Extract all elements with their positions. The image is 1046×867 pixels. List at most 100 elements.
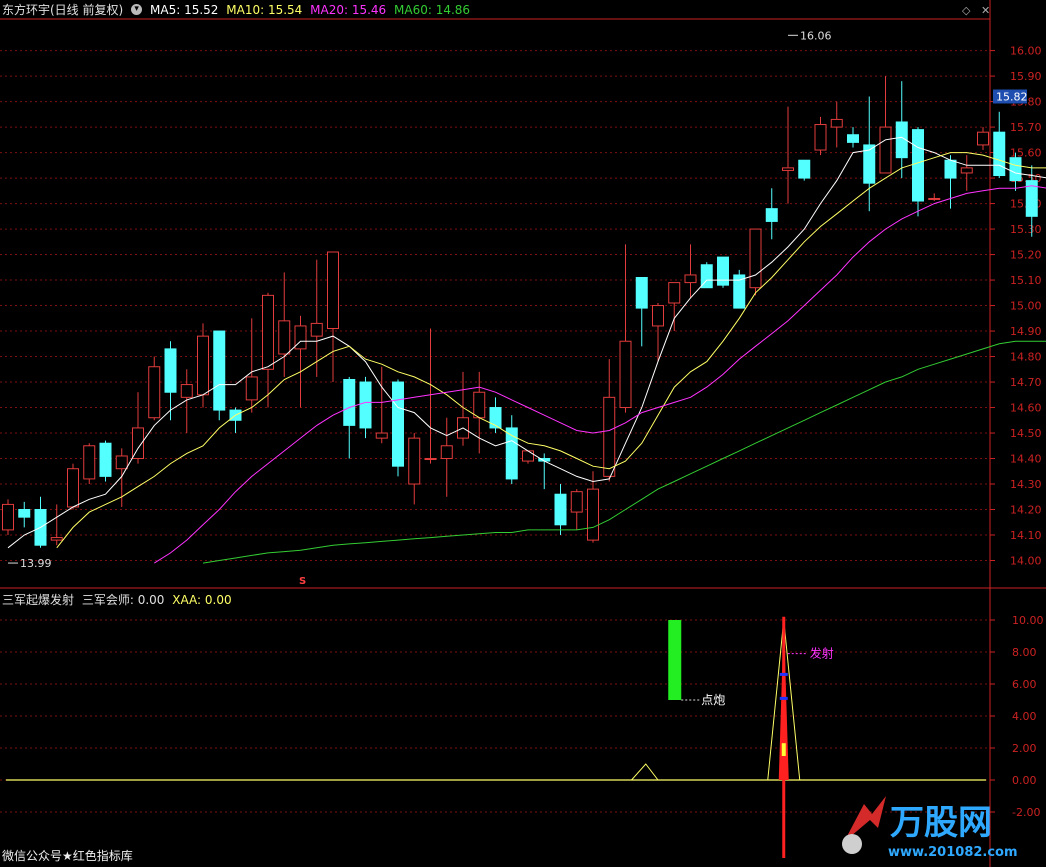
candle-up — [977, 131, 989, 146]
close-icon[interactable]: ✕ — [981, 4, 990, 17]
candle-up — [782, 167, 794, 171]
price-tick-label: 15.70 — [1010, 121, 1042, 134]
candle-down — [765, 208, 778, 222]
price-tick-label: 14.70 — [1010, 376, 1042, 389]
indicator-tick-label: 10.00 — [1012, 614, 1044, 627]
candle-down — [343, 378, 356, 426]
indicator-value-sanjun: 三军会师: 0.00 — [81, 593, 165, 607]
candle-up — [424, 458, 437, 461]
candle-up — [408, 437, 421, 485]
indicator-tick-label: 2.00 — [1012, 742, 1037, 755]
ma10-value: MA10: 15.54 — [226, 3, 303, 17]
candle-down — [213, 330, 226, 411]
candle-up — [473, 391, 486, 419]
candle-down — [944, 159, 957, 179]
high-price-label: 16.06 — [800, 29, 832, 42]
price-tick-label: 15.10 — [1010, 274, 1042, 287]
footer-caption: 微信公众号★红色指标库 — [2, 849, 133, 863]
candle-up — [814, 124, 827, 151]
price-tick-label: 14.10 — [1010, 529, 1042, 542]
ma5-line — [7, 136, 1046, 549]
indicator-tick-label: 4.00 — [1012, 710, 1037, 723]
kline-chart-canvas[interactable]: 16.0015.9015.8015.7015.6015.5015.4015.30… — [0, 0, 1046, 867]
candle-up — [749, 228, 762, 289]
current-price-label: 15.82 — [996, 90, 1028, 103]
fashe-label: 发射 — [810, 646, 834, 661]
candle-up — [522, 450, 534, 462]
candle-up — [115, 455, 128, 470]
candle-up — [652, 305, 664, 327]
candle-down — [554, 493, 567, 526]
indicator-bump — [631, 763, 659, 781]
ma20-line — [154, 185, 1046, 564]
candle-up — [603, 396, 616, 477]
indicator-value-xaa: XAA: 0.00 — [172, 593, 232, 607]
candle-up — [148, 366, 161, 419]
candle-up — [587, 488, 599, 541]
stock-chart-window: 16.0015.9015.8015.7015.6015.5015.4015.30… — [0, 0, 1046, 867]
price-tick-label: 14.20 — [1010, 504, 1042, 517]
price-tick-label: 14.30 — [1010, 478, 1042, 491]
price-tick-label: 15.90 — [1010, 70, 1042, 83]
price-tick-label: 15.30 — [1010, 223, 1042, 236]
price-tick-label: 14.80 — [1010, 351, 1042, 364]
indicator-tick-label: 8.00 — [1012, 646, 1037, 659]
price-tick-label: 14.90 — [1010, 325, 1042, 338]
candle-down — [912, 129, 924, 202]
candle-up — [619, 340, 632, 409]
candle-down — [847, 134, 859, 143]
signal-s-marker: S — [299, 576, 306, 587]
candle-up — [375, 432, 388, 439]
candle-up — [879, 126, 892, 174]
price-tick-label: 15.20 — [1010, 249, 1042, 262]
candle-up — [830, 118, 843, 128]
candle-up — [684, 274, 697, 284]
candle-up — [668, 282, 681, 304]
candle-down — [99, 442, 112, 477]
low-price-label: 13.99 — [20, 557, 52, 570]
candle-up — [960, 167, 973, 174]
candle-down — [993, 131, 1006, 177]
candle-up — [197, 335, 209, 396]
launch-marker-yellow — [781, 743, 786, 756]
main-chart-header: 东方环宇(日线 前复权) ▾ MA5: 15.52 MA10: 15.54 MA2… — [2, 0, 474, 20]
candle-up — [327, 251, 339, 329]
candle-up — [310, 322, 323, 337]
indicator-tick-label: 6.00 — [1012, 678, 1037, 691]
stock-title[interactable]: 东方环宇(日线 前复权) — [2, 3, 123, 17]
indicator-name[interactable]: 三军起爆发射 — [2, 593, 74, 607]
candle-down — [18, 509, 31, 518]
candle-up — [180, 384, 193, 398]
candle-up — [440, 445, 453, 460]
price-tick-label: 16.00 — [1010, 45, 1042, 58]
candle-down — [164, 348, 177, 393]
ma60-value: MA60: 14.86 — [394, 3, 471, 17]
candle-up — [262, 294, 274, 370]
launch-marker-blue — [779, 696, 788, 700]
watermark-logo-text: 万股网 — [890, 803, 992, 843]
chevron-down-icon[interactable]: ▾ — [131, 4, 143, 15]
candle-up — [67, 468, 79, 508]
launch-marker-blue — [779, 672, 788, 676]
candle-up — [50, 537, 63, 541]
candle-down — [635, 277, 648, 309]
candle-up — [83, 445, 96, 480]
watermark-url: www.201082.com — [888, 845, 1018, 860]
ma20-value: MA20: 15.46 — [310, 3, 387, 17]
price-tick-label: 14.50 — [1010, 427, 1042, 440]
diamond-icon[interactable]: ◇ — [962, 4, 970, 17]
dianpao-bar — [668, 620, 682, 700]
candle-up — [570, 491, 583, 513]
candle-up — [2, 503, 14, 531]
price-tick-label: 14.40 — [1010, 453, 1042, 466]
indicator-header: 三军起爆发射 三军会师: 0.00 XAA: 0.00 — [2, 590, 236, 610]
candle-down — [1009, 157, 1022, 182]
candle-down — [392, 381, 404, 467]
candle-down — [717, 256, 729, 286]
wangu-logo: 万股网 www.201082.com — [842, 796, 1018, 860]
candle-up — [245, 376, 258, 401]
candle-up — [928, 197, 941, 200]
dianpao-label: 点炮 — [701, 693, 725, 707]
price-tick-label: 15.00 — [1010, 300, 1042, 313]
price-tick-label: 14.00 — [1010, 555, 1042, 568]
